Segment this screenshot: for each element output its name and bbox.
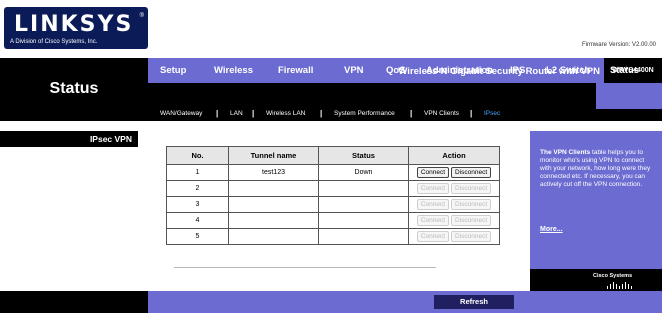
- left-column: [0, 131, 148, 291]
- subtab-wireless-lan[interactable]: Wireless LAN: [266, 110, 305, 117]
- cell-action: Connect Disconnect: [408, 212, 500, 229]
- cell-action: Connect Disconnect: [408, 180, 500, 197]
- help-text: The VPN Clients table helps you to monit…: [540, 149, 656, 189]
- table-header-row: No. Tunnel name Status Action: [166, 146, 500, 165]
- tab-wireless[interactable]: Wireless: [214, 65, 253, 76]
- subnav-separator: |: [470, 109, 473, 118]
- cell-no: 5: [166, 228, 229, 245]
- logo-subtitle: A Division of Cisco Systems, Inc.: [10, 39, 98, 45]
- tab-status[interactable]: Status: [610, 65, 639, 76]
- linksys-logo: LINKSYS ® A Division of Cisco Systems, I…: [4, 7, 148, 49]
- page-title: Status: [49, 80, 99, 97]
- table-row: 1 test123 Down Connect Disconnect: [166, 164, 500, 181]
- tab-ips[interactable]: IPS: [510, 65, 525, 76]
- logo-text: LINKSYS: [14, 12, 134, 37]
- cell-tunnel-name: [228, 180, 319, 197]
- cell-status: Down: [318, 164, 409, 181]
- subnav-separator: |: [320, 109, 323, 118]
- column-header-tunnel-name: Tunnel name: [228, 146, 319, 165]
- connect-button[interactable]: Connect: [416, 167, 450, 178]
- logo-registered: ®: [139, 13, 144, 19]
- subtab-vpn-clients[interactable]: VPN Clients: [424, 110, 459, 117]
- column-header-action: Action: [408, 146, 500, 165]
- column-header-status: Status: [318, 146, 409, 165]
- table-row: 5 Connect Disconnect: [166, 228, 500, 245]
- tab-firewall[interactable]: Firewall: [278, 65, 313, 76]
- cell-no: 4: [166, 212, 229, 229]
- connect-button: Connect: [416, 199, 450, 210]
- content-divider: [174, 267, 436, 268]
- cell-status: [318, 212, 409, 229]
- cell-tunnel-name: [228, 196, 319, 213]
- cell-no: 1: [166, 164, 229, 181]
- cell-status: [318, 196, 409, 213]
- table-row: 2 Connect Disconnect: [166, 180, 500, 197]
- table-row: 4 Connect Disconnect: [166, 212, 500, 229]
- disconnect-button: Disconnect: [451, 215, 492, 226]
- table-row: 3 Connect Disconnect: [166, 196, 500, 213]
- main-nav: [148, 83, 662, 109]
- sub-nav: [148, 109, 662, 121]
- subnav-separator: |: [252, 109, 255, 118]
- active-tab-highlight: [596, 83, 662, 109]
- disconnect-button: Disconnect: [451, 199, 492, 210]
- vpn-tunnel-table: No. Tunnel name Status Action 1 test123 …: [166, 146, 500, 245]
- cisco-logo: Cisco Systems: [530, 269, 662, 291]
- disconnect-button[interactable]: Disconnect: [451, 167, 492, 178]
- cisco-logo-text: Cisco Systems: [593, 273, 633, 279]
- footer-right: [530, 291, 662, 313]
- subtab-lan[interactable]: LAN: [230, 110, 243, 117]
- cell-action: Connect Disconnect: [408, 196, 500, 213]
- help-panel: The VPN Clients table helps you to monit…: [530, 131, 662, 291]
- refresh-button[interactable]: Refresh: [434, 295, 514, 309]
- subtab-ipsec[interactable]: IPsec: [484, 110, 500, 117]
- cisco-bars-icon: [607, 282, 632, 289]
- cell-action: Connect Disconnect: [408, 164, 500, 181]
- tab-l2-switch[interactable]: L2 Switch: [546, 65, 590, 76]
- connect-button: Connect: [416, 215, 450, 226]
- more-link[interactable]: More...: [540, 226, 563, 233]
- main-content: No. Tunnel name Status Action 1 test123 …: [148, 131, 530, 291]
- spacer: [0, 121, 662, 131]
- top-navigation: Wireless-N Gigabit Security Router with …: [148, 58, 662, 121]
- disconnect-button: Disconnect: [451, 231, 492, 242]
- header: LINKSYS ® A Division of Cisco Systems, I…: [0, 0, 662, 58]
- cell-tunnel-name: test123: [228, 164, 319, 181]
- connect-button: Connect: [416, 183, 450, 194]
- subtab-wan-gateway[interactable]: WAN/Gateway: [160, 110, 202, 117]
- tab-administration[interactable]: Administration: [426, 65, 493, 76]
- firmware-version: Firmware Version: V2.00.00: [581, 42, 656, 48]
- cell-no: 3: [166, 196, 229, 213]
- subtab-system-performance[interactable]: System Performance: [334, 110, 395, 117]
- subnav-separator: |: [410, 109, 413, 118]
- connect-button: Connect: [416, 231, 450, 242]
- cell-action: Connect Disconnect: [408, 228, 500, 245]
- section-label: IPsec VPN: [0, 131, 138, 147]
- footer-left: [0, 291, 148, 313]
- help-heading: The VPN Clients: [540, 149, 591, 156]
- column-header-no: No.: [166, 146, 229, 165]
- cell-status: [318, 228, 409, 245]
- cell-tunnel-name: [228, 212, 319, 229]
- tab-vpn[interactable]: VPN: [344, 65, 364, 76]
- cell-tunnel-name: [228, 228, 319, 245]
- disconnect-button: Disconnect: [451, 183, 492, 194]
- tab-setup[interactable]: Setup: [160, 65, 186, 76]
- tab-qos[interactable]: QoS: [386, 65, 406, 76]
- cell-status: [318, 180, 409, 197]
- subnav-separator: |: [216, 109, 219, 118]
- cell-no: 2: [166, 180, 229, 197]
